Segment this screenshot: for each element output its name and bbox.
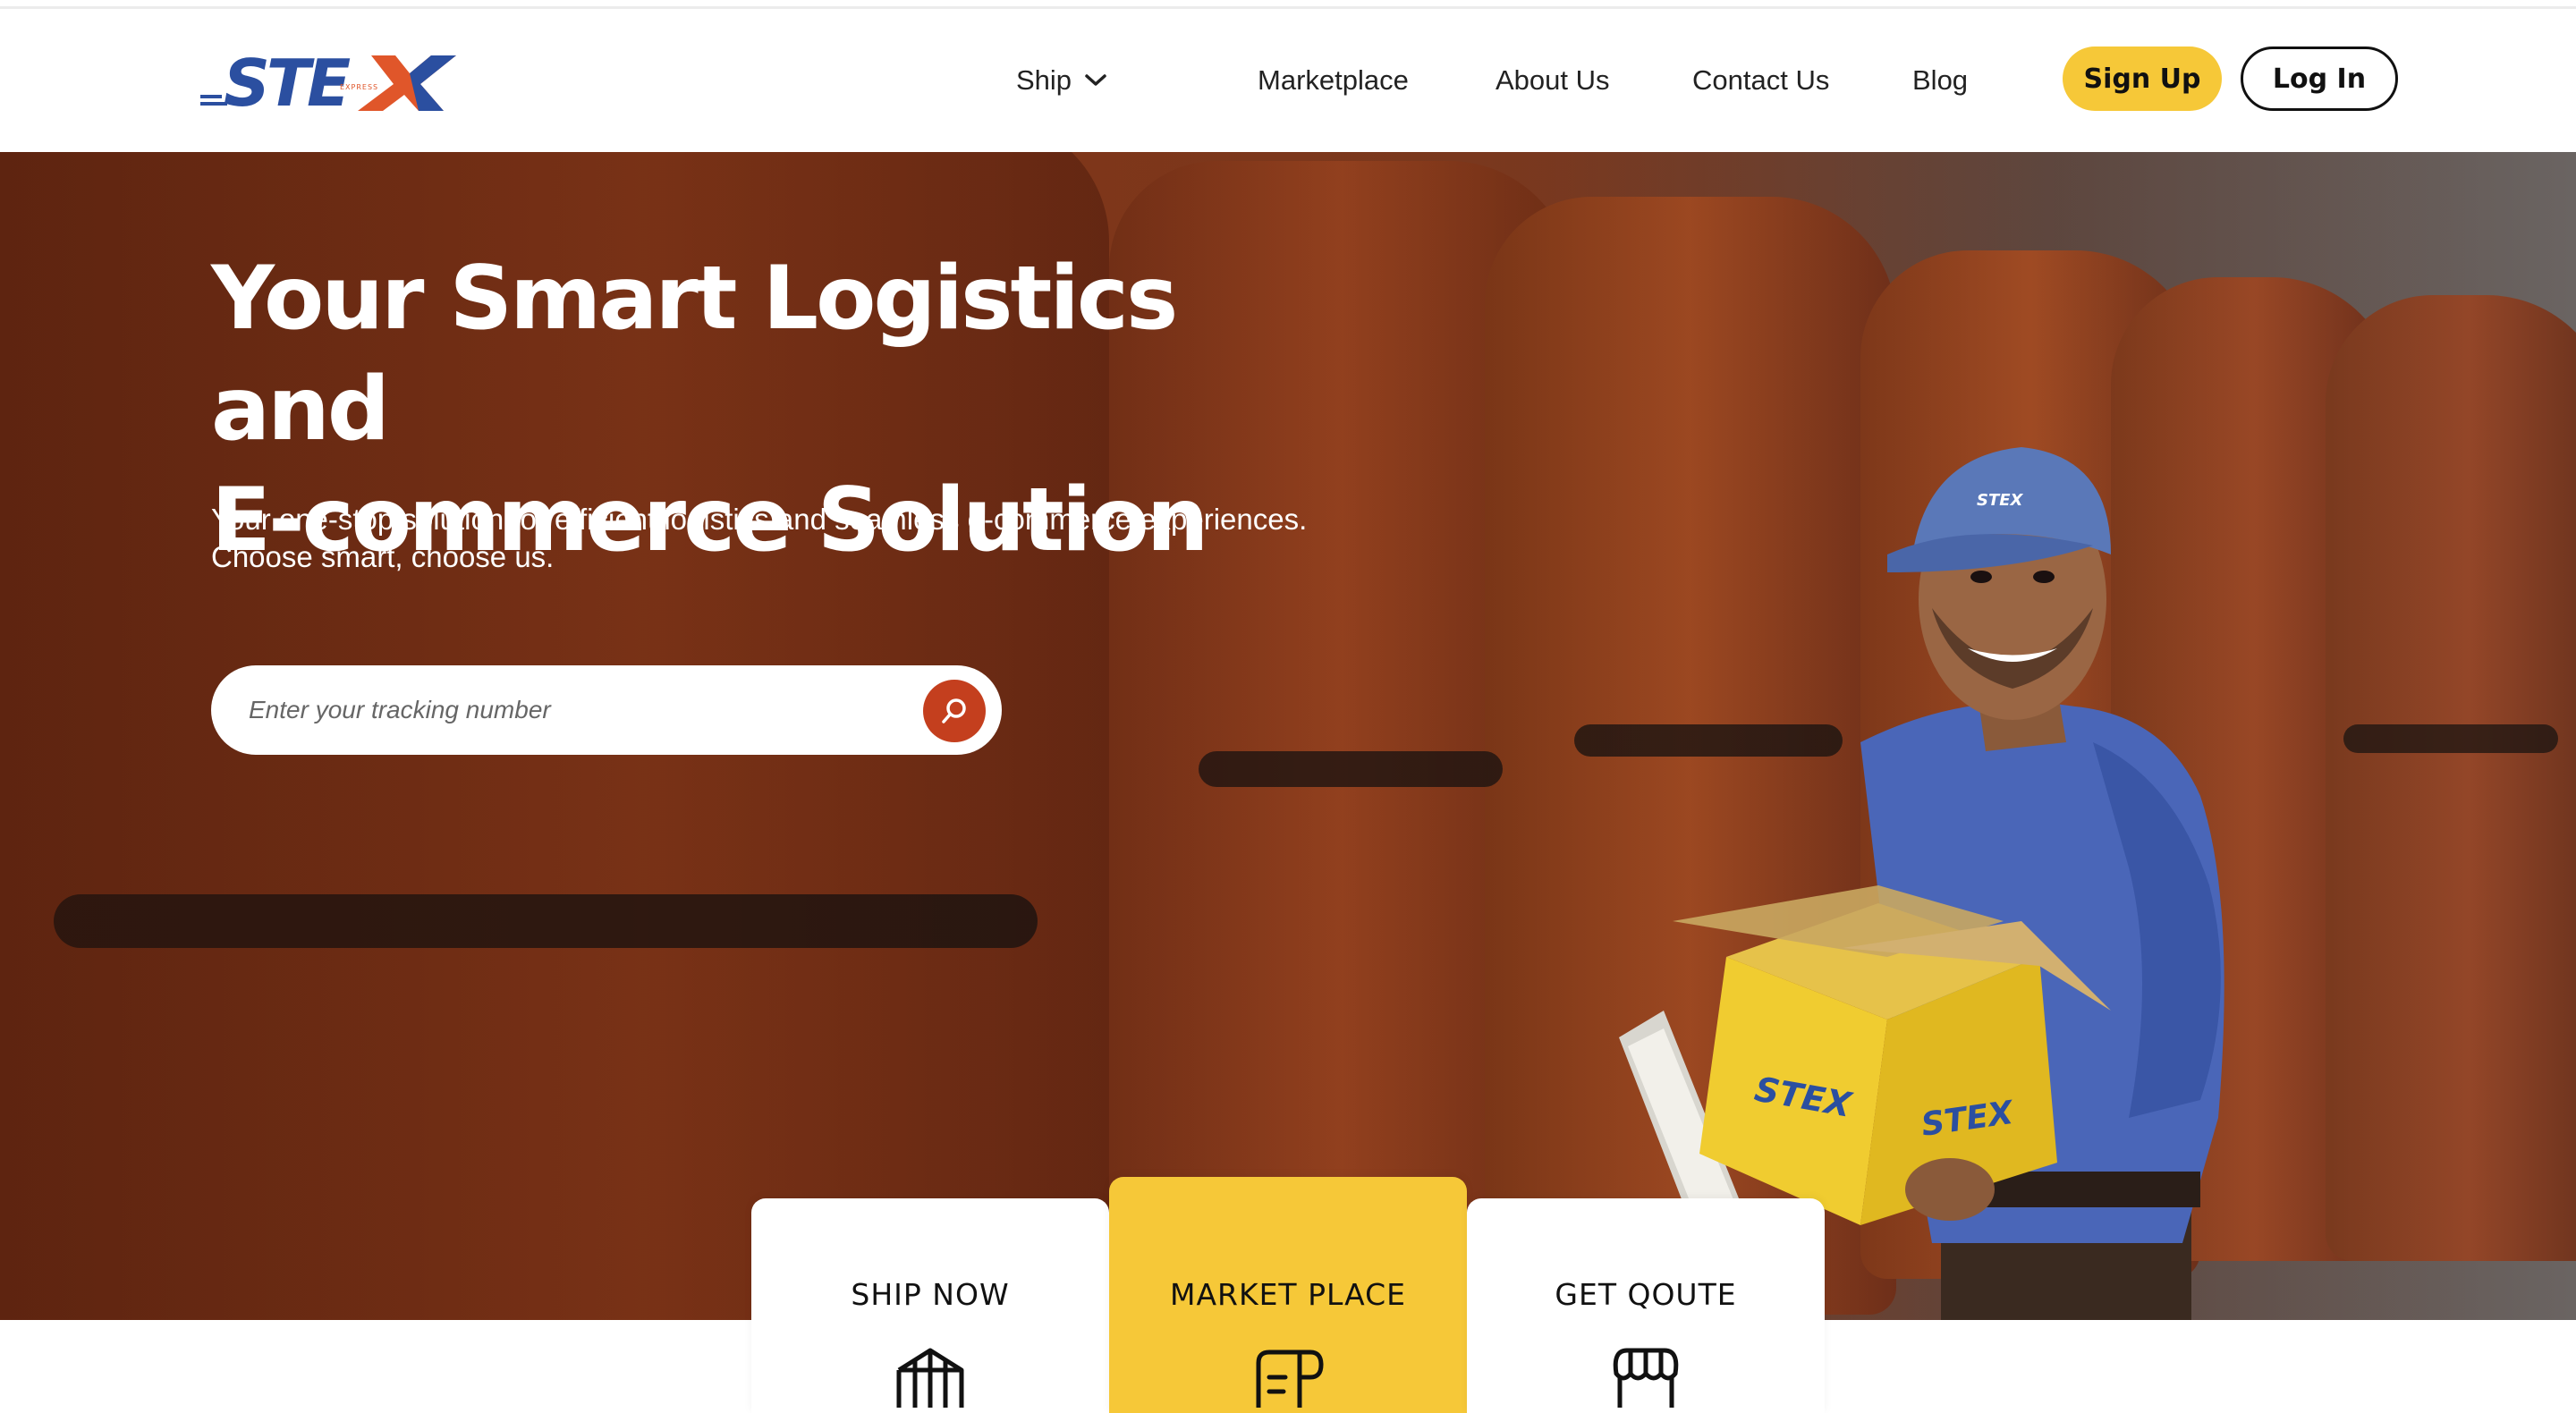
market-place-label: MARKET PLACE [1169,1277,1407,1312]
hero-title-line1: Your Smart Logistics and [211,248,1178,461]
market-place-card[interactable]: MARKET PLACE [1109,1177,1467,1413]
nav-about-us[interactable]: About Us [1496,64,1610,97]
nav-contact-us[interactable]: Contact Us [1692,64,1829,97]
ship-now-card[interactable]: SHIP NOW [751,1198,1109,1413]
shop-icon [1613,1348,1679,1408]
nav-ship[interactable]: Ship [1016,64,1107,97]
sign-up-button[interactable]: Sign Up [2063,47,2222,111]
tracking-search-bar [211,665,1002,755]
courier-illustration: STEX STEX STEX [1619,447,2224,1320]
svg-text:STE: STE [224,46,351,121]
tracking-search-button[interactable] [923,680,986,742]
box-icon [896,1348,964,1408]
get-quote-label: GET QOUTE [1555,1277,1737,1312]
chevron-down-icon [1085,74,1106,86]
hero-subtitle: Your one-stop solution for efficient log… [211,501,1553,576]
search-icon [942,698,966,723]
receipt-icon [1256,1350,1324,1408]
tracking-number-input[interactable] [249,690,875,730]
log-in-button[interactable]: Log In [2241,47,2398,111]
get-quote-card[interactable]: GET QOUTE [1467,1198,1825,1413]
stex-logo[interactable]: STE EXPRESS [197,43,465,123]
hero-section: Your Smart Logistics and E-commerce Solu… [0,152,2576,1320]
site-header: STE EXPRESS Ship Marketplace About Us Co… [0,9,2576,152]
svg-text:STEX: STEX [1977,491,2024,510]
svg-text:EXPRESS: EXPRESS [340,83,378,91]
hero-subtitle-line2: Choose smart, choose us. [211,540,555,573]
nav-marketplace[interactable]: Marketplace [1258,64,1409,97]
top-border [0,0,2576,9]
hero-subtitle-line1: Your one-stop solution for efficient log… [211,503,1308,536]
ship-now-label: SHIP NOW [851,1277,1010,1312]
nav-ship-label: Ship [1016,64,1072,96]
nav-blog[interactable]: Blog [1912,64,1968,97]
